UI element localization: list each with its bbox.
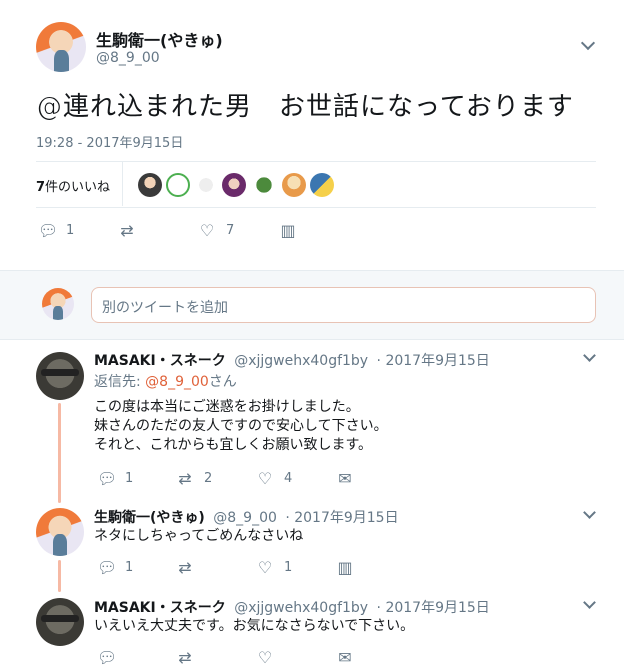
- retweet-icon: ⇄: [178, 469, 192, 488]
- reply-button[interactable]: 💬︎ 1: [97, 558, 133, 577]
- text-line: この度は本当にご迷惑をお掛けしました。: [94, 399, 360, 415]
- thread-line: [58, 403, 61, 503]
- reply-count: 1: [125, 560, 134, 575]
- reply-input[interactable]: 別のツイートを追加: [91, 287, 596, 323]
- mail-icon: ✉: [338, 469, 352, 488]
- display-name[interactable]: MASAKI・スネーク: [94, 353, 226, 369]
- handle[interactable]: @8_9_00: [96, 50, 160, 66]
- reply-button[interactable]: 💬︎ 1: [97, 469, 133, 488]
- retweet-button[interactable]: ⇄ 2: [176, 469, 212, 488]
- heart-icon: ♡: [257, 648, 273, 667]
- liker-avatar[interactable]: [138, 173, 162, 197]
- avatar[interactable]: [36, 352, 84, 400]
- liker-avatar[interactable]: [222, 173, 246, 197]
- tweet-text: @連れ込まれた男 お世話になっております: [36, 92, 574, 122]
- like-button[interactable]: ♡ 7: [198, 221, 234, 240]
- chevron-down-icon[interactable]: [583, 349, 596, 362]
- retweet-icon: ⇄: [178, 558, 192, 577]
- retweet-button[interactable]: ⇄: [176, 558, 194, 577]
- reply-button[interactable]: 💬︎: [97, 648, 118, 667]
- text-line: ネタにしちゃってごめんなさいね: [94, 528, 304, 544]
- like-button[interactable]: ♡ 1: [256, 558, 292, 577]
- replying-to: 返信先: @8_9_00さん: [94, 373, 237, 392]
- divider: [122, 162, 123, 206]
- divider: [36, 207, 596, 208]
- analytics-button[interactable]: ▥: [336, 558, 354, 577]
- timestamp[interactable]: 19:28 - 2017年9月15日: [36, 132, 183, 151]
- reply-count: 1: [125, 471, 134, 486]
- chevron-down-icon[interactable]: [583, 506, 596, 519]
- replying-handle[interactable]: @8_9_00: [145, 374, 209, 390]
- reply-icon: 💬︎: [38, 221, 59, 240]
- retweet-count: 2: [204, 471, 213, 486]
- display-name[interactable]: 生駒衛一(やきゅ): [94, 510, 205, 526]
- timestamp[interactable]: · 2017年9月15日: [377, 600, 490, 616]
- handle[interactable]: @8_9_00: [213, 510, 277, 526]
- retweet-button[interactable]: ⇄: [176, 648, 194, 667]
- reply-icon: 💬︎: [97, 648, 118, 667]
- timestamp[interactable]: · 2017年9月15日: [377, 353, 490, 369]
- liker-avatar[interactable]: [166, 173, 190, 197]
- likes-count: 7: [36, 180, 46, 195]
- text-line: いえいえ大丈夫です。お気になさらないで下さい。: [94, 618, 415, 634]
- heart-icon: ♡: [257, 558, 273, 577]
- dm-button[interactable]: ✉: [336, 469, 354, 488]
- reply-header: 生駒衛一(やきゅ) @8_9_00 · 2017年9月15日: [94, 507, 399, 527]
- heart-icon: ♡: [199, 221, 215, 240]
- display-name[interactable]: MASAKI・スネーク: [94, 600, 226, 616]
- handle[interactable]: @xjjgwehx40gf1by: [234, 600, 368, 616]
- liker-avatar[interactable]: [194, 173, 218, 197]
- analytics-icon: ▥: [280, 221, 296, 240]
- divider: [36, 161, 596, 162]
- display-name[interactable]: 生駒衛一(やきゅ): [96, 27, 223, 51]
- chevron-down-icon[interactable]: [583, 596, 596, 609]
- analytics-button[interactable]: ▥: [279, 221, 297, 240]
- like-button[interactable]: ♡ 4: [256, 469, 292, 488]
- handle[interactable]: @xjjgwehx40gf1by: [234, 353, 368, 369]
- reply-header: MASAKI・スネーク @xjjgwehx40gf1by · 2017年9月15…: [94, 597, 490, 617]
- likes-summary[interactable]: 7件のいいね: [36, 176, 110, 195]
- reply-text: この度は本当にご迷惑をお掛けしました。 妹さんのただの友人ですので安心して下さい…: [94, 398, 388, 455]
- like-count: 7: [226, 223, 235, 238]
- replying-suffix: さん: [208, 374, 237, 390]
- avatar[interactable]: [36, 22, 86, 72]
- reply-count: 1: [66, 223, 75, 238]
- timestamp[interactable]: · 2017年9月15日: [285, 510, 398, 526]
- chevron-down-icon[interactable]: [580, 35, 596, 51]
- reply-text: ネタにしちゃってごめんなさいね: [94, 527, 303, 546]
- mail-icon: ✉: [338, 648, 352, 667]
- analytics-icon: ▥: [337, 558, 353, 577]
- reply-button[interactable]: 💬︎ 1: [38, 221, 74, 240]
- reply-header: MASAKI・スネーク @xjjgwehx40gf1by · 2017年9月15…: [94, 350, 490, 370]
- like-count: 1: [284, 560, 293, 575]
- thread-line: [58, 560, 61, 592]
- avatar: [42, 288, 74, 320]
- text-line: 妹さんのただの友人ですので安心して下さい。: [94, 418, 388, 434]
- main-tweet: 生駒衛一(やきゅ) @8_9_00 @連れ込まれた男 お世話になっております 1…: [0, 0, 624, 270]
- retweet-icon: ⇄: [120, 221, 134, 240]
- likes-label: 件のいいね: [45, 180, 111, 195]
- liker-avatar[interactable]: [252, 173, 276, 197]
- heart-icon: ♡: [257, 469, 273, 488]
- retweet-button[interactable]: ⇄: [118, 221, 136, 240]
- like-count: 4: [284, 471, 293, 486]
- reply-icon: 💬︎: [97, 558, 118, 577]
- like-button[interactable]: ♡: [256, 648, 274, 667]
- liker-avatar[interactable]: [282, 173, 306, 197]
- replying-label: 返信先:: [94, 374, 146, 390]
- avatar[interactable]: [36, 598, 84, 646]
- text-line: それと、これからも宜しくお願い致します。: [94, 437, 373, 453]
- retweet-icon: ⇄: [178, 648, 192, 667]
- reply-icon: 💬︎: [97, 469, 118, 488]
- reply-text: いえいえ大丈夫です。お気になさらないで下さい。: [94, 617, 414, 636]
- avatar[interactable]: [36, 508, 84, 556]
- liker-avatar[interactable]: [310, 173, 334, 197]
- dm-button[interactable]: ✉: [336, 648, 354, 667]
